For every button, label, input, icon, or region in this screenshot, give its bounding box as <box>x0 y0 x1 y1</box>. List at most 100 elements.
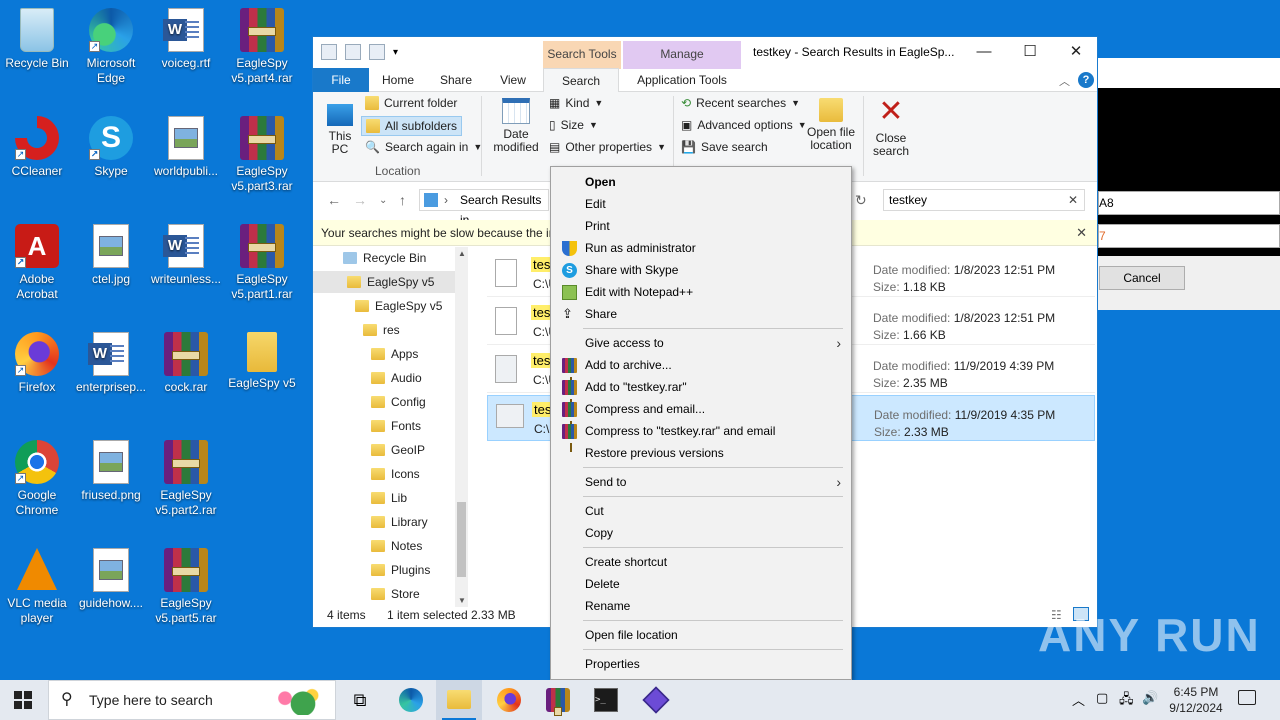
tab-application-tools[interactable]: Application Tools <box>623 68 741 92</box>
desktop-icon-voiceg[interactable]: voiceg.rtf <box>149 8 223 71</box>
scrollbar-thumb[interactable] <box>457 502 466 577</box>
tree-item-config[interactable]: Config <box>371 391 426 413</box>
desktop-icon-eaglespy-part3[interactable]: EagleSpy v5.part3.rar <box>225 116 299 194</box>
system-clock[interactable]: 6:45 PM 9/12/2024 <box>1160 684 1232 716</box>
properties-icon[interactable] <box>345 44 361 60</box>
scroll-up-icon[interactable]: ▲ <box>458 249 466 258</box>
clear-search-icon[interactable]: ✕ <box>1068 190 1078 210</box>
menu-item-delete[interactable]: Delete <box>551 573 851 595</box>
start-button[interactable] <box>14 691 32 709</box>
desktop-icon-skype[interactable]: S ↗ Skype <box>74 116 148 179</box>
desktop-icon-writeunless[interactable]: writeunless... <box>149 224 223 287</box>
tree-item-geoip[interactable]: GeoIP <box>371 439 425 461</box>
menu-item-properties[interactable]: Properties <box>551 653 851 675</box>
tree-item-audio[interactable]: Audio <box>371 367 422 389</box>
menu-item-share-with-skype[interactable]: S Share with Skype <box>551 259 851 281</box>
save-search-button[interactable]: 💾 Save search <box>681 140 768 154</box>
menu-item-edit[interactable]: Edit <box>551 193 851 215</box>
menu-item-compress-to-testkey-rar-and-email[interactable]: Compress to "testkey.rar" and email <box>551 420 851 452</box>
desktop-icon-eaglespy-part4[interactable]: EagleSpy v5.part4.rar <box>225 8 299 86</box>
edge-taskbar-icon[interactable] <box>399 688 423 712</box>
tree-item-library[interactable]: Library <box>371 511 428 533</box>
address-bar[interactable]: › Search Results in <box>419 189 549 227</box>
forward-arrow-icon[interactable]: → <box>353 192 367 208</box>
refresh-icon[interactable]: ↻ <box>855 192 867 209</box>
recent-searches-button[interactable]: ⟲ Recent searches ▼ <box>681 96 800 110</box>
chevron-up-icon[interactable]: ︿ <box>1072 690 1085 709</box>
winrar-taskbar-icon[interactable] <box>546 688 570 716</box>
desktop-icon-ccleaner[interactable]: ↗ CCleaner <box>0 116 74 179</box>
menu-item-print[interactable]: Print <box>551 215 851 237</box>
task-view-icon[interactable]: ⧉ <box>348 688 372 712</box>
up-arrow-icon[interactable]: ↑ <box>399 192 406 208</box>
this-pc-button[interactable]: This PC <box>323 100 357 156</box>
network-device-icon[interactable]: ▢ <box>1096 690 1108 706</box>
desktop-icon-chrome[interactable]: ↗ Google Chrome <box>0 440 74 518</box>
cmd-taskbar-icon[interactable]: >_ <box>594 688 618 712</box>
menu-item-give-access-to[interactable]: Give access to › <box>551 332 851 354</box>
menu-item-send-to[interactable]: Send to › <box>551 471 851 493</box>
desktop-icon-eaglespy-part2[interactable]: EagleSpy v5.part2.rar <box>149 440 223 518</box>
maximize-button[interactable]: ☐ <box>1007 37 1053 68</box>
desktop-icon-enterprisep[interactable]: enterprisep... <box>74 332 148 395</box>
date-modified-button[interactable]: Date modified <box>487 98 545 154</box>
taskbar-search-box[interactable]: ⚲ Type here to search <box>48 680 336 720</box>
desktop-icon-eaglespy-part1[interactable]: EagleSpy v5.part1.rar <box>225 224 299 302</box>
menu-item-create-shortcut[interactable]: Create shortcut <box>551 551 851 573</box>
new-folder-icon[interactable] <box>369 44 385 60</box>
dialog-field-2[interactable]: 7 <box>1098 224 1280 248</box>
tab-home[interactable]: Home <box>373 68 423 92</box>
desktop-icon-edge[interactable]: ↗ Microsoft Edge <box>74 8 148 86</box>
desktop-icon-vlc[interactable]: VLC media player <box>0 548 74 626</box>
back-arrow-icon[interactable]: ← <box>327 192 341 208</box>
desktop-icon-guidehow[interactable]: guidehow.... <box>74 548 148 611</box>
tree-item-plugins[interactable]: Plugins <box>371 559 430 581</box>
chevron-down-icon[interactable]: ⌄ <box>379 195 387 206</box>
tree-item-apps[interactable]: Apps <box>371 343 418 365</box>
volume-icon[interactable]: 🔊 <box>1142 690 1158 706</box>
menu-item-copy[interactable]: Copy <box>551 522 851 544</box>
tab-file[interactable]: File <box>313 68 369 92</box>
tree-item-res[interactable]: res <box>363 319 400 341</box>
network-icon[interactable]: 🖧 <box>1119 690 1134 712</box>
tree-item-eaglespy-v5-sub[interactable]: EagleSpy v5 <box>355 295 442 317</box>
menu-item-open-file-location[interactable]: Open file location <box>551 624 851 646</box>
menu-item-add-to-archive[interactable]: Add to archive... <box>551 354 851 386</box>
desktop-icon-friused[interactable]: friused.png <box>74 440 148 503</box>
desktop-icon-ctel[interactable]: ctel.jpg <box>74 224 148 287</box>
advanced-options-button[interactable]: ▣ Advanced options ▼ <box>681 118 807 132</box>
search-input[interactable]: testkey ✕ <box>883 189 1085 211</box>
desktop-icon-eaglespy-folder[interactable]: EagleSpy v5 <box>225 332 299 391</box>
tree-item-notes[interactable]: Notes <box>371 535 422 557</box>
tab-view[interactable]: View <box>488 68 538 92</box>
menu-item-open[interactable]: Open <box>551 171 851 193</box>
dialog-field[interactable]: A8 <box>1098 191 1280 215</box>
help-icon[interactable]: ? <box>1078 72 1094 88</box>
close-button[interactable]: ✕ <box>1053 37 1099 68</box>
file-explorer-taskbar-button[interactable] <box>436 680 482 720</box>
other-properties-button[interactable]: ▤ Other properties ▼ <box>549 140 666 154</box>
nav-pane-scrollbar[interactable]: ▲ ▼ <box>455 247 468 607</box>
menu-item-restore-previous-versions[interactable]: Restore previous versions <box>551 442 851 464</box>
menu-item-run-as-administrator[interactable]: Run as administrator <box>551 237 851 259</box>
tree-item-icons[interactable]: Icons <box>371 463 420 485</box>
tree-item-recycle-bin[interactable]: Recycle Bin <box>343 247 426 269</box>
collapse-ribbon-icon[interactable]: ︿ <box>1059 73 1070 89</box>
app-taskbar-icon[interactable] <box>642 686 670 714</box>
desktop-icon-recycle-bin[interactable]: Recycle Bin <box>0 8 74 71</box>
menu-item-edit-with-notepad-plus-plus[interactable]: Edit with Notepad++ <box>551 281 851 303</box>
minimize-button[interactable]: — <box>961 37 1007 68</box>
desktop-icon-firefox[interactable]: ↗ Firefox <box>0 332 74 395</box>
tree-item-eaglespy-v5[interactable]: EagleSpy v5 <box>313 271 455 293</box>
open-file-location-button[interactable]: Open file location <box>803 98 859 152</box>
menu-item-rename[interactable]: Rename <box>551 595 851 617</box>
tab-share[interactable]: Share <box>431 68 481 92</box>
menu-item-compress-and-email[interactable]: Compress and email... <box>551 398 851 430</box>
size-button[interactable]: ▯ Size ▼ <box>549 118 598 132</box>
tree-item-store[interactable]: Store <box>371 583 420 605</box>
firefox-taskbar-icon[interactable] <box>497 688 521 712</box>
menu-item-share[interactable]: ⇪ Share <box>551 303 851 325</box>
desktop-icon-cock-rar[interactable]: cock.rar <box>149 332 223 395</box>
tree-item-lib[interactable]: Lib <box>371 487 407 509</box>
close-icon[interactable]: ✕ <box>1076 220 1087 246</box>
